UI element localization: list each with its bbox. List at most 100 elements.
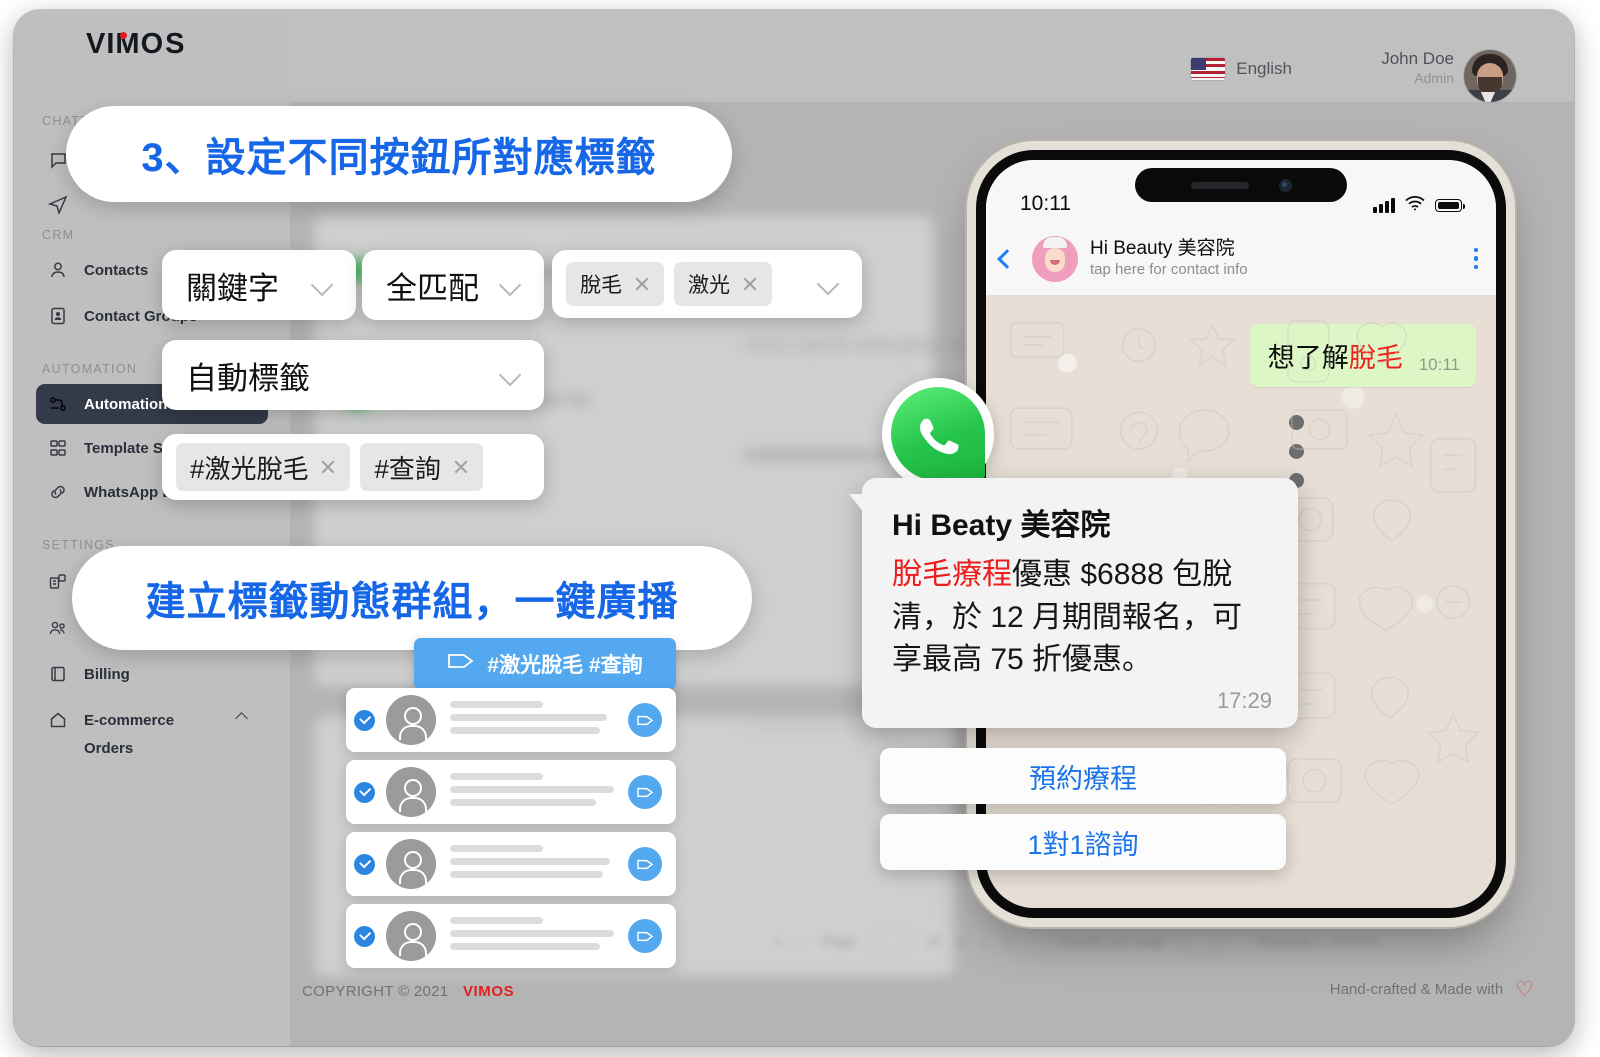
team-icon xyxy=(48,618,68,638)
camera-icon xyxy=(1278,178,1292,192)
user-info[interactable]: John Doe Admin xyxy=(1381,48,1454,88)
rows-per-page-select[interactable] xyxy=(1182,928,1219,954)
tag-pill[interactable]: #激光脫毛 xyxy=(176,443,351,491)
pagination-next[interactable]: › xyxy=(983,933,988,949)
wifi-icon xyxy=(1404,195,1426,216)
keywords-multiselect[interactable]: 脫毛 激光 xyxy=(552,250,862,318)
tag-pill-label: #查詢 xyxy=(374,453,441,484)
language-label: English xyxy=(1236,59,1292,78)
tag-pill[interactable]: #查詢 xyxy=(360,443,483,491)
row-placeholder-lines xyxy=(450,916,628,956)
action-type-select[interactable]: 自動標籤 xyxy=(162,340,544,410)
copyright-text: COPYRIGHT © 2021 xyxy=(302,983,449,1000)
promo-highlight: 脫毛療程 xyxy=(892,558,1012,591)
contact-avatar[interactable] xyxy=(1032,235,1078,282)
close-icon[interactable] xyxy=(320,459,336,475)
chat-contact-meta[interactable]: Hi Beauty 美容院 tap here for contact info xyxy=(1090,237,1462,280)
chevron-down-icon xyxy=(498,273,522,297)
match-type-select[interactable]: 全匹配 xyxy=(362,250,544,320)
automation-icon xyxy=(48,394,68,414)
phone-notch xyxy=(1135,168,1347,202)
close-icon[interactable] xyxy=(742,276,758,292)
sidebar-section-crm: CRM xyxy=(42,228,75,242)
sidebar-item-billing[interactable]: Billing xyxy=(36,654,268,694)
outgoing-timestamp: 10:11 xyxy=(1418,355,1460,374)
avatar xyxy=(386,839,436,889)
chevron-up-icon xyxy=(235,712,248,725)
logo-text-tail: S xyxy=(165,28,186,60)
pagination-page-label: Page xyxy=(822,933,856,949)
outgoing-highlight: 脫毛 xyxy=(1348,343,1403,373)
row-checkbox[interactable] xyxy=(354,853,375,875)
user-icon xyxy=(48,260,68,280)
row-tag-button[interactable] xyxy=(628,847,662,881)
tag-icon xyxy=(447,651,475,677)
match-type-value: 全匹配 xyxy=(386,270,479,306)
user-name: John Doe xyxy=(1381,49,1454,68)
sidebar-section-automation: AUTOMATION xyxy=(42,362,138,376)
footer-credit: Hand-crafted & Made with ♡ xyxy=(1330,979,1534,1000)
quick-reply-button-consult[interactable]: 1對1諮詢 xyxy=(880,814,1286,870)
quick-reply-button-booking[interactable]: 預約療程 xyxy=(880,748,1286,804)
status-time: 10:11 xyxy=(1020,192,1071,215)
chevron-down-icon xyxy=(310,273,334,297)
back-chevron-icon[interactable] xyxy=(997,248,1017,269)
heart-icon: ♡ xyxy=(1515,978,1534,1001)
row-tag-button[interactable] xyxy=(628,919,662,953)
list-item[interactable] xyxy=(346,688,676,752)
promo-title: Hi Beaty 美容院 xyxy=(892,509,1111,542)
list-item[interactable] xyxy=(346,904,676,968)
row-tag-button[interactable] xyxy=(628,703,662,737)
keyword-type-select[interactable]: 關鍵字 xyxy=(162,250,356,320)
whatsapp-logo-badge xyxy=(882,378,994,490)
row-checkbox[interactable] xyxy=(354,925,375,947)
language-selector[interactable]: English xyxy=(1191,58,1292,80)
list-item[interactable] xyxy=(346,832,676,896)
pagination-first[interactable]: « xyxy=(774,933,782,949)
pagination-prev[interactable]: ‹ xyxy=(800,933,805,949)
battery-icon xyxy=(1435,199,1465,212)
showing-label: Showing 1 - 8 of 21 xyxy=(1256,933,1378,949)
sidebar-item-label: E-commerce xyxy=(84,711,175,729)
home-icon xyxy=(48,710,68,730)
footer-brand: VIMOS xyxy=(462,983,515,1000)
link-icon xyxy=(48,482,68,502)
chat-contact-subtitle: tap here for contact info xyxy=(1090,261,1248,279)
app-logo: VIMOS xyxy=(86,28,185,61)
logo-text-o: O xyxy=(140,28,166,60)
template-icon xyxy=(48,438,68,458)
logo-accent-dot xyxy=(119,32,127,39)
keyword-pill[interactable]: 激光 xyxy=(674,262,772,306)
pagination-of: of xyxy=(927,933,939,949)
row-placeholder-lines xyxy=(450,772,628,812)
avatar xyxy=(386,767,436,817)
screenshot-root: VIMOS CHATTING CRM xyxy=(0,0,1600,1057)
tag-badge: #激光脫毛 #查詢 xyxy=(414,638,676,704)
row-tag-button[interactable] xyxy=(628,775,662,809)
pagination-page-input[interactable] xyxy=(873,928,910,954)
us-flag-icon xyxy=(1191,58,1226,80)
keyword-pill[interactable]: 脫毛 xyxy=(566,262,664,306)
promo-body: 脫毛療程優惠 $6888 包脫清，於 12 月期間報名，可享最高 75 折優惠。 xyxy=(892,554,1272,682)
close-icon[interactable] xyxy=(634,276,650,292)
pagination-blurred: « ‹ Page of 3 › » Results per page Showi… xyxy=(774,928,1378,954)
chat-menu-icon[interactable] xyxy=(1473,247,1478,270)
chevron-down-icon xyxy=(498,363,522,387)
row-checkbox[interactable] xyxy=(354,709,375,731)
pagination-last[interactable]: » xyxy=(1005,933,1013,949)
row-checkbox[interactable] xyxy=(354,781,375,803)
sidebar-subitem-orders[interactable]: Orders xyxy=(84,740,133,757)
tag-pill-label: #激光脫毛 xyxy=(190,453,309,484)
sidebar-item-ecommerce[interactable]: E-commerce xyxy=(36,700,268,740)
chat-contact-name: Hi Beauty 美容院 xyxy=(1090,238,1235,260)
keyword-type-value: 關鍵字 xyxy=(186,270,279,306)
avatar[interactable] xyxy=(1464,50,1516,102)
contact-card-icon xyxy=(48,306,68,326)
list-item[interactable] xyxy=(346,760,676,824)
close-icon[interactable] xyxy=(453,459,469,475)
rows-per-page-label: Results per page xyxy=(1059,933,1165,949)
sidebar-item-label: Billing xyxy=(84,665,130,683)
action-type-value: 自動標籤 xyxy=(186,360,310,396)
tags-multiselect[interactable]: #激光脫毛 #查詢 xyxy=(162,434,544,500)
callout-dynamic-group: 建立標籤動態群組，一鍵廣播 xyxy=(72,546,752,650)
